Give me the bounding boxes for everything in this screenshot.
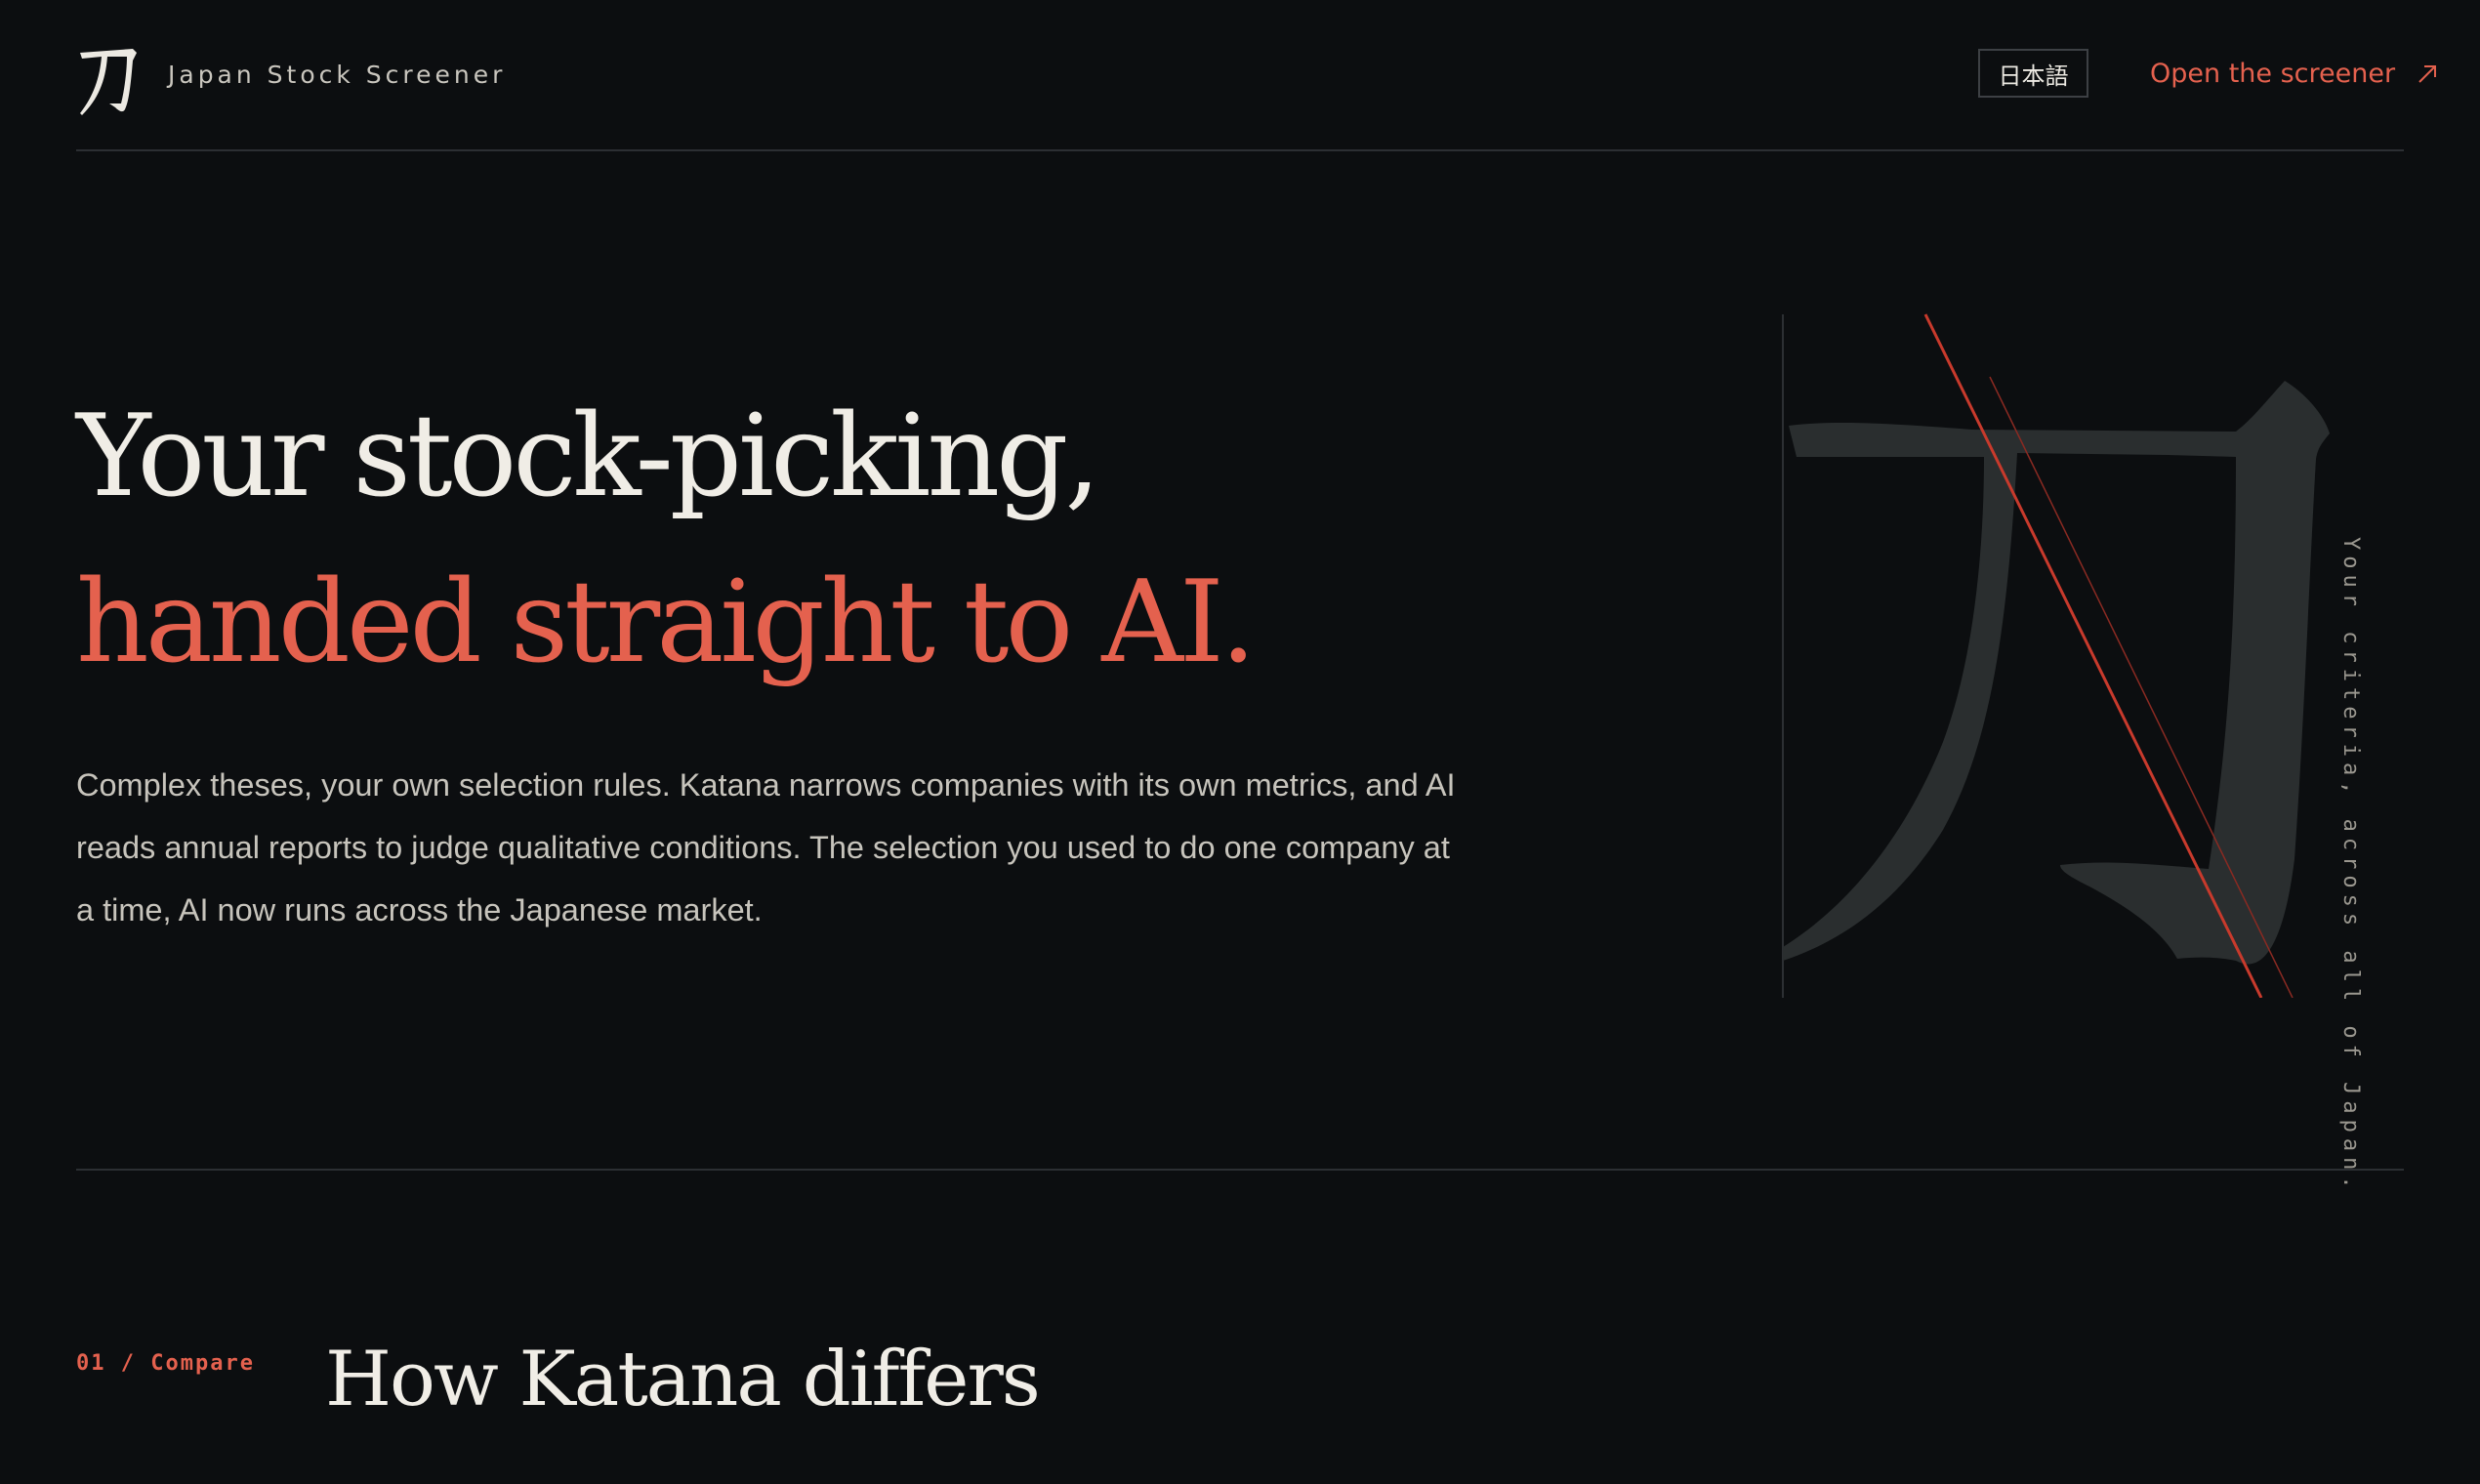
open-screener-label: Open the screener: [2150, 59, 2396, 89]
section-title: How Katana differs: [325, 1336, 1041, 1423]
katana-kanji-illustration: [1782, 313, 2330, 998]
hero-headline-line2: handed straight to AI.: [76, 556, 1257, 688]
brand-title: Japan Stock Screener: [168, 61, 507, 89]
language-toggle-button[interactable]: 日本語: [1978, 49, 2088, 98]
open-screener-link[interactable]: Open the screener: [2150, 59, 2438, 89]
section-divider: [76, 1169, 2404, 1171]
vertical-tagline: Your criteria, across all of Japan.: [2338, 537, 2363, 1195]
arrow-up-right-icon: [2418, 64, 2437, 83]
header-divider: [76, 149, 2404, 151]
hero-description: Complex theses, your own selection rules…: [76, 767, 1456, 928]
hero-headline-line1: Your stock-picking,: [76, 391, 1100, 522]
section-label: 01 / Compare: [76, 1351, 255, 1376]
katana-kanji-logo[interactable]: [76, 39, 143, 121]
